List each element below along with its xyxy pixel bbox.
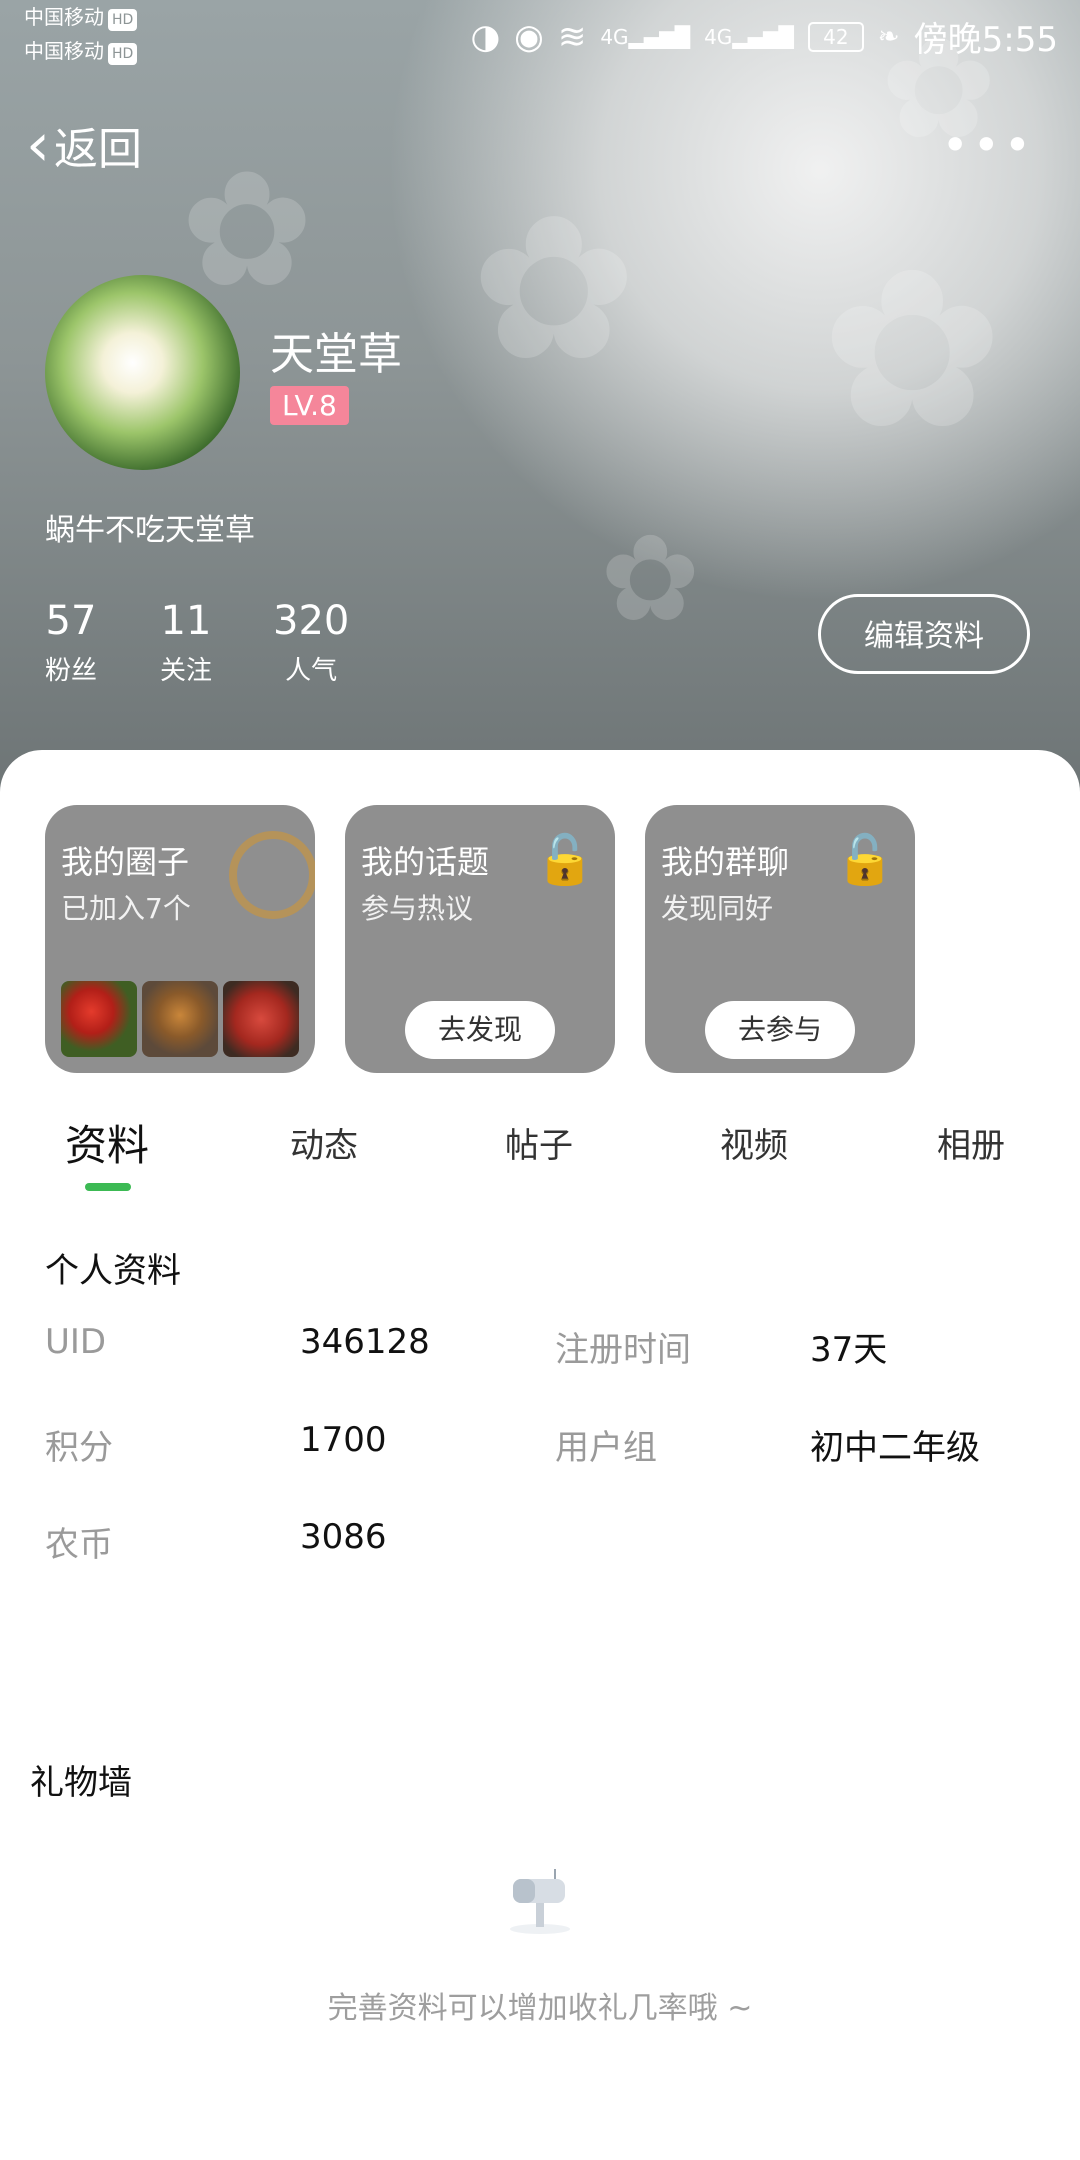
card-subtitle: 参与热议 (361, 892, 474, 925)
active-tab-indicator (85, 1183, 131, 1191)
carrier-label: 中国移动 HD (24, 40, 138, 65)
gift-wall-title: 礼物墙 (30, 1763, 132, 1803)
lock-icon: 🔓 (535, 832, 595, 888)
flower-pattern-icon: ✿ (470, 173, 638, 406)
flower-pattern-icon: ✿ (180, 136, 315, 323)
status-icons: ◑ ◉ ≋ 4G▂▄▆█ 4G▂▄▆█ 42 ❧ 傍晚5:55 (470, 12, 1058, 61)
field-label: 用户组 (555, 1428, 657, 1468)
mailbox-icon (510, 1869, 570, 1934)
card-my-topics[interactable]: 我的话题 参与热议 🔓 去发现 (345, 805, 615, 1073)
circle-ring-icon (229, 831, 315, 919)
back-label: 返回 (54, 124, 142, 175)
wifi-icon: ≋ (557, 16, 587, 57)
data-saver-icon: ◑ (470, 16, 501, 57)
level-badge: LV.8 (270, 386, 349, 425)
stat-followers[interactable]: 57 粉丝 (45, 598, 97, 687)
tab-profile[interactable]: 资料 (65, 1112, 149, 1173)
discover-button[interactable]: 去发现 (405, 1001, 555, 1059)
carrier-label: 中国移动 HD (24, 6, 138, 31)
stat-popularity[interactable]: 320 人气 (273, 598, 349, 687)
clock: 傍晚5:55 (913, 20, 1058, 60)
bio-text: 蜗牛不吃天堂草 (45, 513, 255, 548)
card-title: 我的话题 (361, 843, 490, 881)
join-button[interactable]: 去参与 (705, 1001, 855, 1059)
field-value: 37天 (810, 1330, 888, 1370)
tab-activity[interactable]: 动态 (290, 1118, 358, 1167)
field-label: 农币 (45, 1525, 113, 1565)
field-value: 346128 (300, 1322, 430, 1362)
field-value: 初中二年级 (810, 1428, 980, 1468)
chevron-left-icon: ‹ (26, 110, 50, 180)
card-title: 我的圈子 (61, 843, 190, 881)
edit-profile-button[interactable]: 编辑资料 (818, 594, 1030, 674)
section-title: 个人资料 (45, 1251, 181, 1291)
eye-comfort-icon: ◉ (514, 16, 544, 57)
back-button[interactable]: ‹ 返回 (26, 110, 142, 180)
circle-thumbnail (223, 981, 299, 1057)
card-my-circles[interactable]: 我的圈子 已加入7个 (45, 805, 315, 1073)
signal-icon: 4G▂▄▆█ (704, 24, 794, 49)
tab-albums[interactable]: 相册 (937, 1118, 1005, 1167)
field-value: 3086 (300, 1517, 387, 1557)
card-subtitle: 发现同好 (661, 892, 774, 925)
tab-posts[interactable]: 帖子 (505, 1118, 573, 1167)
lock-icon: 🔓 (835, 832, 895, 888)
card-subtitle: 已加入7个 (61, 892, 191, 925)
card-my-group-chats[interactable]: 我的群聊 发现同好 🔓 去参与 (645, 805, 915, 1073)
flower-pattern-icon: ✿ (600, 510, 701, 649)
status-bar: 中国移动 HD 中国移动 HD ◑ ◉ ≋ 4G▂▄▆█ 4G▂▄▆█ 42 ❧ 傍… (0, 0, 1080, 72)
circle-thumbnail (61, 981, 137, 1057)
field-label: 注册时间 (555, 1330, 691, 1370)
avatar[interactable] (45, 275, 240, 470)
more-options-icon[interactable]: ••• (942, 118, 1035, 172)
flower-pattern-icon: ✿ (820, 222, 1005, 478)
field-label: UID (45, 1322, 107, 1362)
battery-indicator: 42 (807, 21, 864, 52)
leaf-icon: ❧ (877, 21, 900, 52)
gift-wall-empty-message: 完善资料可以增加收礼几率哦 ~ (327, 1991, 753, 2026)
field-label: 积分 (45, 1428, 113, 1468)
username: 天堂草 (270, 329, 402, 380)
stat-following[interactable]: 11 关注 (160, 598, 212, 687)
signal-icon: 4G▂▄▆█ (600, 24, 691, 49)
circle-thumbnail (142, 981, 218, 1057)
field-value: 1700 (300, 1420, 387, 1460)
tab-videos[interactable]: 视频 (720, 1118, 788, 1167)
card-title: 我的群聊 (661, 843, 790, 881)
